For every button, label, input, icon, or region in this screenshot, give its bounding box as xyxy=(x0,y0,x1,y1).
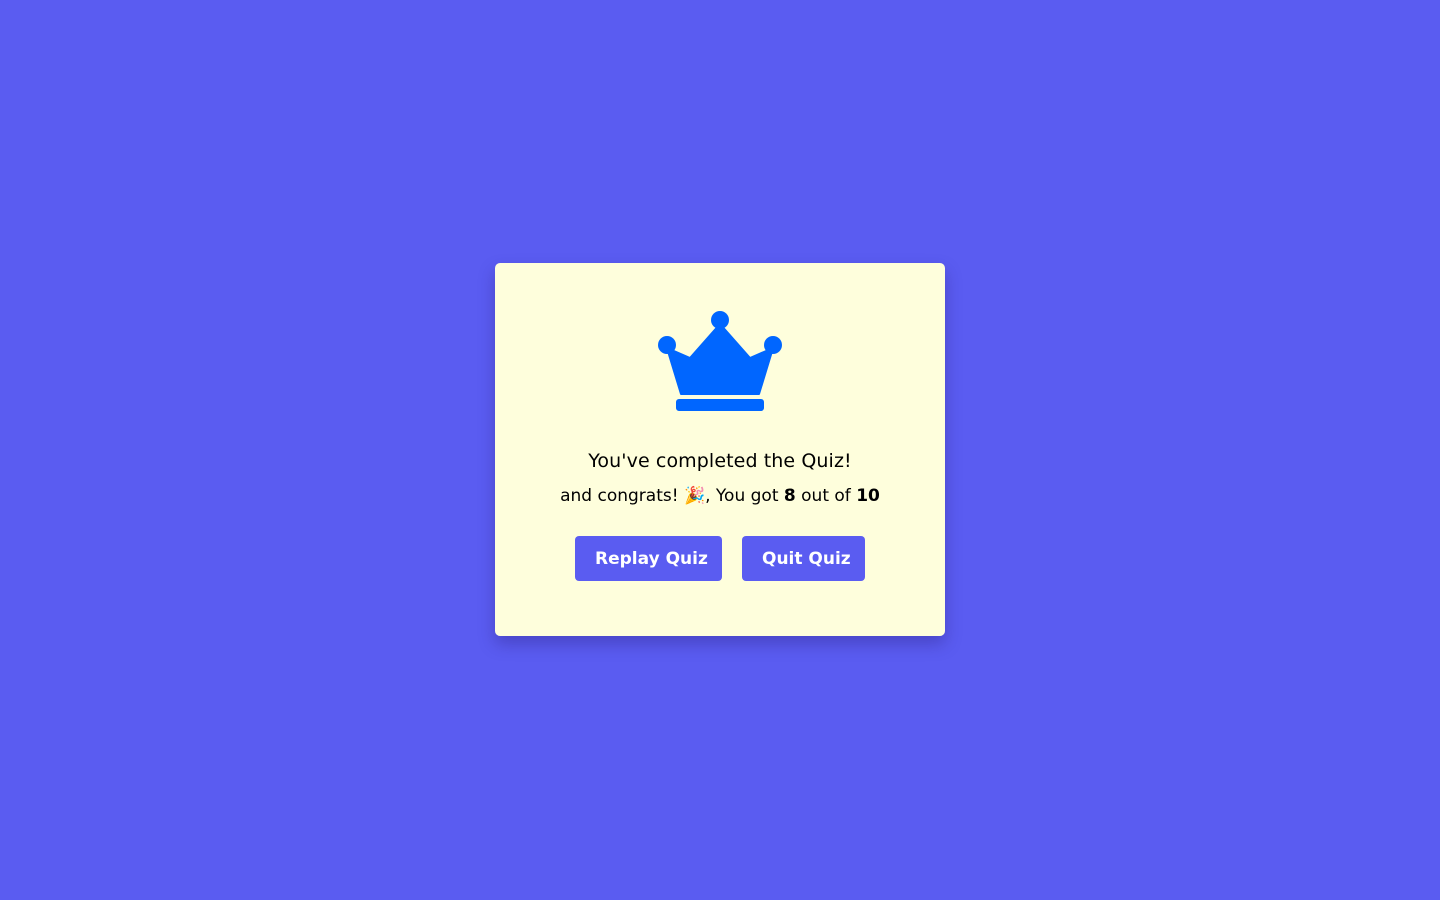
score-prefix: and congrats! 🎉, You got xyxy=(560,486,779,506)
replay-quiz-button[interactable]: Replay Quiz xyxy=(575,536,722,581)
score-middle: out of xyxy=(801,486,851,506)
action-buttons: Replay Quiz Quit Quiz xyxy=(575,536,865,581)
score-summary: and congrats! 🎉, You got 8 out of 10 xyxy=(560,486,880,506)
completion-heading: You've completed the Quiz! xyxy=(588,450,852,472)
crown-icon xyxy=(655,310,785,412)
score-total: 10 xyxy=(856,486,880,506)
quit-quiz-button[interactable]: Quit Quiz xyxy=(742,536,865,581)
result-card: You've completed the Quiz! and congrats!… xyxy=(495,263,945,636)
score-value: 8 xyxy=(783,486,796,506)
